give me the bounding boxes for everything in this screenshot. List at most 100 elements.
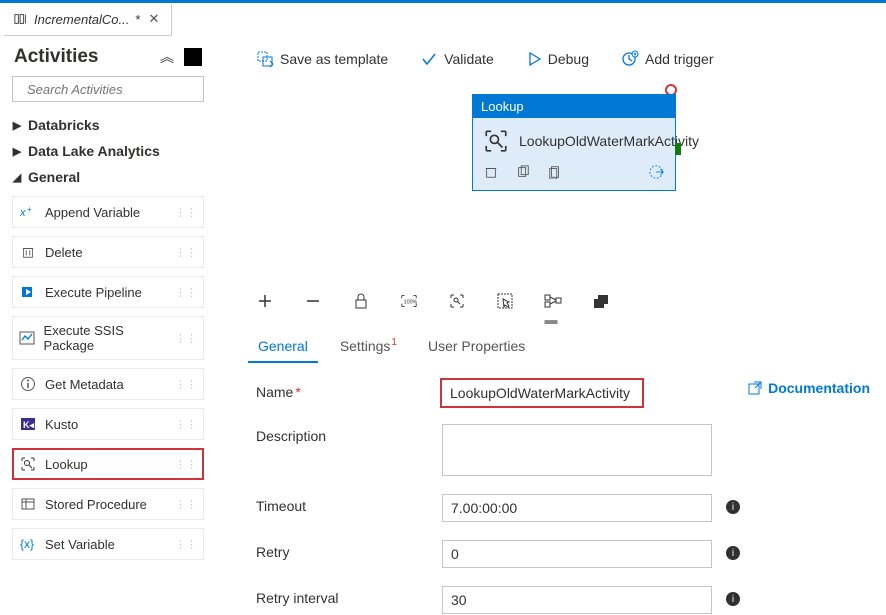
activity-label: Delete [45, 245, 83, 260]
run-node-button[interactable] [649, 164, 665, 180]
activity-kusto[interactable]: K◂ Kusto ⋮⋮ [12, 408, 204, 440]
zoom-100-button[interactable]: 100% [400, 292, 418, 310]
name-label: Name* [256, 380, 434, 400]
check-icon [420, 50, 438, 68]
activity-append-variable[interactable]: x+ Append Variable ⋮⋮ [12, 196, 204, 228]
info-icon[interactable]: i [726, 500, 740, 514]
activity-label: Set Variable [45, 537, 115, 552]
pipeline-icon [14, 12, 28, 26]
success-connector[interactable] [675, 143, 681, 155]
button-label: Debug [548, 51, 589, 67]
documentation-label: Documentation [768, 380, 870, 396]
group-label: Databricks [28, 117, 100, 133]
activities-search[interactable] [12, 76, 204, 102]
validate-button[interactable]: Validate [420, 50, 494, 68]
group-label: General [28, 169, 80, 185]
activity-set-variable[interactable]: {x} Set Variable ⋮⋮ [12, 528, 204, 560]
play-icon [526, 51, 542, 67]
svg-text:100%: 100% [404, 300, 418, 306]
activities-sidebar: Activities ︽ ▶Databricks ▶Data Lake Anal… [0, 36, 216, 615]
description-label: Description [256, 424, 434, 444]
trash-icon [19, 243, 37, 261]
button-label: Add trigger [645, 51, 713, 67]
tab-label: Settings [340, 338, 391, 354]
button-label: Validate [444, 51, 494, 67]
activity-execute-ssis[interactable]: Execute SSIS Package ⋮⋮ [12, 316, 204, 360]
grip-icon: ⋮⋮ [175, 378, 197, 391]
info-icon[interactable]: i [726, 592, 740, 606]
grip-icon: ⋮⋮ [175, 498, 197, 511]
group-databricks[interactable]: ▶Databricks [12, 112, 204, 138]
pipeline-canvas[interactable]: Lookup LookupOldWaterMarkActivity [216, 82, 886, 282]
kusto-icon: K◂ [19, 415, 37, 433]
save-template-icon [256, 50, 274, 68]
collapse-sidebar-icon[interactable]: ︽ [160, 50, 174, 64]
sidebar-title: Activities [14, 46, 98, 68]
activity-delete[interactable]: Delete ⋮⋮ [12, 236, 204, 268]
grip-icon: ⋮⋮ [175, 206, 197, 219]
pipeline-toolbar: Save as template Validate Debug Add trig… [216, 36, 886, 82]
general-form: Name* Documentation Description Timeout … [216, 362, 886, 614]
activity-label: Lookup [45, 457, 88, 472]
set-variable-icon: {x} [19, 535, 37, 553]
auto-align-button[interactable] [544, 292, 562, 310]
tab-settings[interactable]: Settings1 [338, 332, 398, 362]
svg-text:x: x [20, 207, 26, 219]
group-label: Data Lake Analytics [28, 143, 160, 159]
zoom-fit-button[interactable] [448, 292, 466, 310]
save-as-template-button[interactable]: Save as template [256, 50, 388, 68]
tab-badge: 1 [391, 337, 397, 348]
grip-icon: ⋮⋮ [175, 286, 197, 299]
activities-search-input[interactable] [25, 81, 207, 98]
activity-get-metadata[interactable]: Get Metadata ⋮⋮ [12, 368, 204, 400]
tab-strip: IncrementalCo... * ✕ [0, 0, 886, 36]
documentation-link[interactable]: Documentation [748, 380, 870, 396]
external-link-icon [748, 381, 762, 395]
node-title: LookupOldWaterMarkActivity [519, 133, 699, 149]
activity-lookup[interactable]: Lookup ⋮⋮ [12, 448, 204, 480]
debug-button[interactable]: Debug [526, 51, 589, 67]
trigger-icon [621, 50, 639, 68]
zoom-out-button[interactable] [304, 292, 322, 310]
grip-icon: ⋮⋮ [175, 418, 197, 431]
retry-interval-label: Retry interval [256, 586, 434, 606]
svg-text:+: + [27, 205, 32, 214]
lookup-icon [19, 455, 37, 473]
select-button[interactable] [496, 292, 514, 310]
retry-input[interactable] [442, 540, 712, 568]
retry-interval-input[interactable] [442, 586, 712, 614]
svg-text:K◂: K◂ [23, 420, 34, 430]
tab-dirty-indicator: * [135, 12, 140, 27]
svg-text:{x}: {x} [20, 537, 34, 551]
tab-general[interactable]: General [256, 332, 310, 362]
tab-user-properties[interactable]: User Properties [426, 332, 527, 362]
lookup-node[interactable]: Lookup LookupOldWaterMarkActivity [472, 94, 676, 191]
lookup-icon [483, 128, 509, 154]
activity-stored-procedure[interactable]: Stored Procedure ⋮⋮ [12, 488, 204, 520]
layers-button[interactable] [592, 292, 610, 310]
canvas-area: Save as template Validate Debug Add trig… [216, 36, 886, 615]
info-icon[interactable]: i [726, 546, 740, 560]
node-type-label: Lookup [473, 95, 675, 118]
timeout-label: Timeout [256, 494, 434, 514]
clone-node-button[interactable] [515, 164, 531, 180]
pipeline-tab[interactable]: IncrementalCo... * ✕ [4, 4, 172, 36]
group-general[interactable]: ◢General [12, 164, 204, 190]
copy-node-button[interactable] [547, 164, 563, 180]
zoom-in-button[interactable] [256, 292, 274, 310]
activity-label: Get Metadata [45, 377, 124, 392]
delete-node-button[interactable] [483, 164, 499, 180]
description-input[interactable] [442, 424, 712, 476]
sidebar-view-toggle[interactable] [184, 48, 202, 66]
activity-execute-pipeline[interactable]: Execute Pipeline ⋮⋮ [12, 276, 204, 308]
close-tab-button[interactable]: ✕ [146, 11, 161, 27]
tab-label: General [258, 338, 308, 354]
info-icon [19, 375, 37, 393]
timeout-input[interactable] [442, 494, 712, 522]
lock-button[interactable] [352, 292, 370, 310]
name-input[interactable] [442, 380, 640, 406]
tab-title: IncrementalCo... [34, 12, 129, 27]
activity-label: Execute SSIS Package [44, 323, 167, 353]
add-trigger-button[interactable]: Add trigger [621, 50, 713, 68]
group-datalake[interactable]: ▶Data Lake Analytics [12, 138, 204, 164]
